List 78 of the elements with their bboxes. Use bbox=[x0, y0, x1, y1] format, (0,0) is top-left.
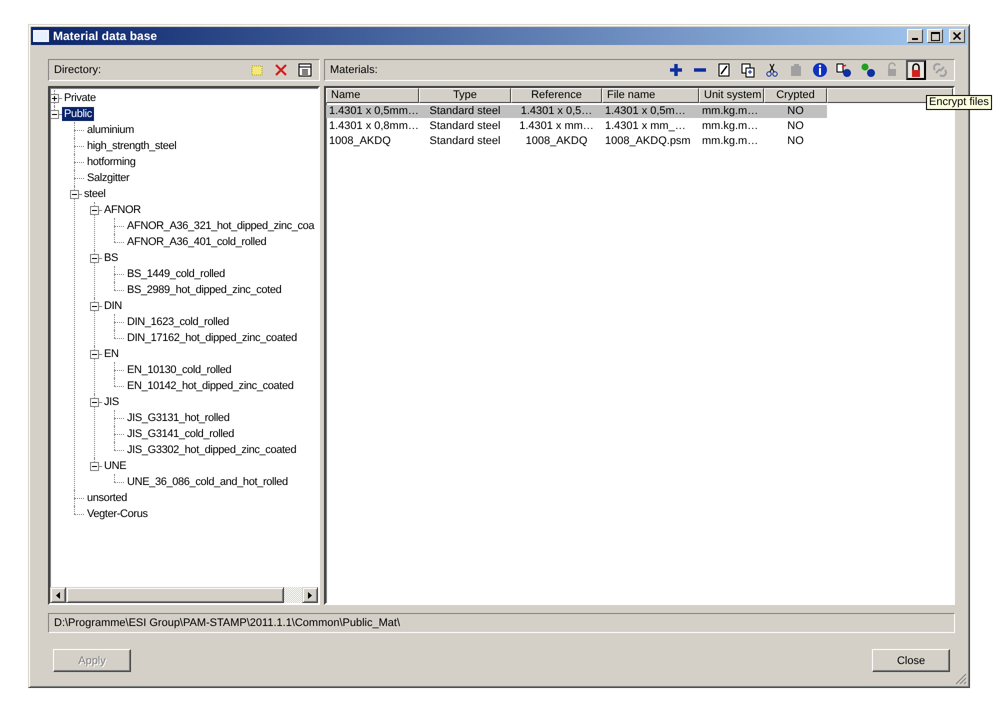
table-cell[interactable]: 1008_AKDQ.psm bbox=[602, 135, 699, 148]
table-cell[interactable]: 1008_AKDQ bbox=[326, 135, 419, 148]
maximize-button[interactable] bbox=[927, 29, 943, 43]
column-header[interactable]: Type bbox=[419, 88, 511, 103]
resize-grip-icon[interactable] bbox=[955, 673, 967, 685]
tree-item[interactable]: DIN_17162_hot_dipped_zinc_coated bbox=[125, 331, 299, 345]
materials-label: Materials: bbox=[330, 64, 379, 76]
window-title: Material data base bbox=[53, 29, 158, 43]
tree-item[interactable]: EN_10142_hot_dipped_zinc_coated bbox=[125, 379, 296, 393]
tree-item[interactable]: AFNOR_A36_401_cold_rolled bbox=[125, 235, 268, 249]
table-cell[interactable]: 1.4301 x mm_… bbox=[602, 120, 699, 133]
table-cell[interactable]: mm.kg.m… bbox=[699, 105, 764, 118]
path-bar: D:\Programme\ESI Group\PAM-STAMP\2011.1.1\Common\Public_Mat\ bbox=[48, 613, 955, 633]
table-cell[interactable]: NO bbox=[764, 105, 827, 118]
tree-item[interactable]: high_strength_steel bbox=[85, 139, 178, 153]
tree-item[interactable]: BS_1449_cold_rolled bbox=[125, 267, 227, 281]
tree-item[interactable]: AFNOR bbox=[102, 203, 143, 217]
column-header[interactable]: Name bbox=[326, 88, 419, 103]
tree-item[interactable]: DIN_1623_cold_rolled bbox=[125, 315, 231, 329]
tree-item[interactable]: EN bbox=[102, 347, 121, 361]
column-header[interactable]: Reference bbox=[511, 88, 602, 103]
tree-item[interactable]: Public bbox=[62, 107, 94, 121]
table-cell[interactable]: 1.4301 x mm… bbox=[511, 120, 602, 133]
tree-item[interactable]: UNE_36_086_cold_and_hot_rolled bbox=[125, 475, 290, 489]
tree-item[interactable]: BS bbox=[102, 251, 120, 265]
collapse-icon[interactable] bbox=[90, 398, 99, 406]
close-icon bbox=[953, 32, 961, 40]
table-cell[interactable]: 1.4301 x 0,5… bbox=[511, 105, 602, 118]
table-cell[interactable]: Standard steel bbox=[419, 120, 511, 133]
horizontal-scrollbar[interactable] bbox=[50, 587, 318, 603]
directory-label: Directory: bbox=[54, 64, 102, 76]
tree-item[interactable]: aluminium bbox=[85, 123, 136, 137]
minimize-button[interactable] bbox=[907, 29, 923, 43]
table-cell[interactable]: 1.4301 x 0,5m… bbox=[602, 105, 699, 118]
tree-item[interactable]: hotforming bbox=[85, 155, 138, 169]
scroll-right-icon[interactable] bbox=[308, 592, 312, 598]
table-cell[interactable]: Standard steel bbox=[419, 105, 511, 118]
padlock-icon[interactable] bbox=[906, 60, 926, 80]
tree-item[interactable]: JIS_G3131_hot_rolled bbox=[125, 411, 232, 425]
tree-item[interactable]: JIS bbox=[102, 395, 121, 409]
close-button[interactable] bbox=[949, 29, 965, 43]
collapse-icon[interactable] bbox=[90, 302, 99, 310]
column-header[interactable]: Unit system bbox=[699, 88, 764, 103]
window-icon bbox=[33, 30, 49, 42]
table-cell[interactable]: NO bbox=[764, 135, 827, 148]
table-cell[interactable]: NO bbox=[764, 120, 827, 133]
tree-item[interactable]: EN_10130_cold_rolled bbox=[125, 363, 234, 377]
collapse-icon[interactable] bbox=[90, 206, 99, 214]
tree-item[interactable]: Vegter-Corus bbox=[85, 507, 150, 521]
tree-item[interactable]: DIN bbox=[102, 299, 124, 313]
scroll-left-icon[interactable] bbox=[56, 592, 60, 598]
tree-item[interactable]: unsorted bbox=[85, 491, 130, 505]
table-cell[interactable]: mm.kg.m… bbox=[699, 120, 764, 133]
expand-icon[interactable] bbox=[50, 94, 59, 102]
tree-item[interactable]: JIS_G3141_cold_rolled bbox=[125, 427, 236, 441]
close-dialog-button[interactable]: Close bbox=[872, 649, 950, 672]
collapse-icon[interactable] bbox=[70, 190, 79, 198]
tree-item[interactable]: AFNOR_A36_321_hot_dipped_zinc_coa bbox=[125, 219, 316, 233]
table-cell[interactable]: mm.kg.m… bbox=[699, 135, 764, 148]
column-header[interactable]: File name bbox=[602, 88, 699, 103]
collapse-icon[interactable] bbox=[90, 254, 99, 262]
maximize-icon bbox=[930, 32, 940, 40]
column-header[interactable]: Crypted bbox=[764, 88, 827, 103]
collapse-icon[interactable] bbox=[90, 462, 99, 470]
table-cell[interactable]: 1.4301 x 0,5mm… bbox=[326, 105, 419, 118]
collapse-icon[interactable] bbox=[50, 110, 59, 118]
tree-item[interactable]: Salzgitter bbox=[85, 171, 132, 185]
info-icon[interactable] bbox=[810, 60, 830, 80]
tree-item[interactable]: JIS_G3302_hot_dipped_zinc_coated bbox=[125, 443, 298, 457]
tree-item[interactable]: BS_2989_hot_dipped_zinc_coted bbox=[125, 283, 284, 297]
table-cell[interactable]: 1.4301 x 0,8mm… bbox=[326, 120, 419, 133]
tree-item[interactable]: steel bbox=[82, 187, 108, 201]
collapse-icon[interactable] bbox=[90, 350, 99, 358]
table-cell[interactable]: 1008_AKDQ bbox=[511, 135, 602, 148]
table-cell[interactable]: Standard steel bbox=[419, 135, 511, 148]
tree-item[interactable]: Private bbox=[62, 91, 98, 105]
tree-item[interactable]: UNE bbox=[102, 459, 128, 473]
tooltip: Encrypt files bbox=[926, 95, 992, 110]
